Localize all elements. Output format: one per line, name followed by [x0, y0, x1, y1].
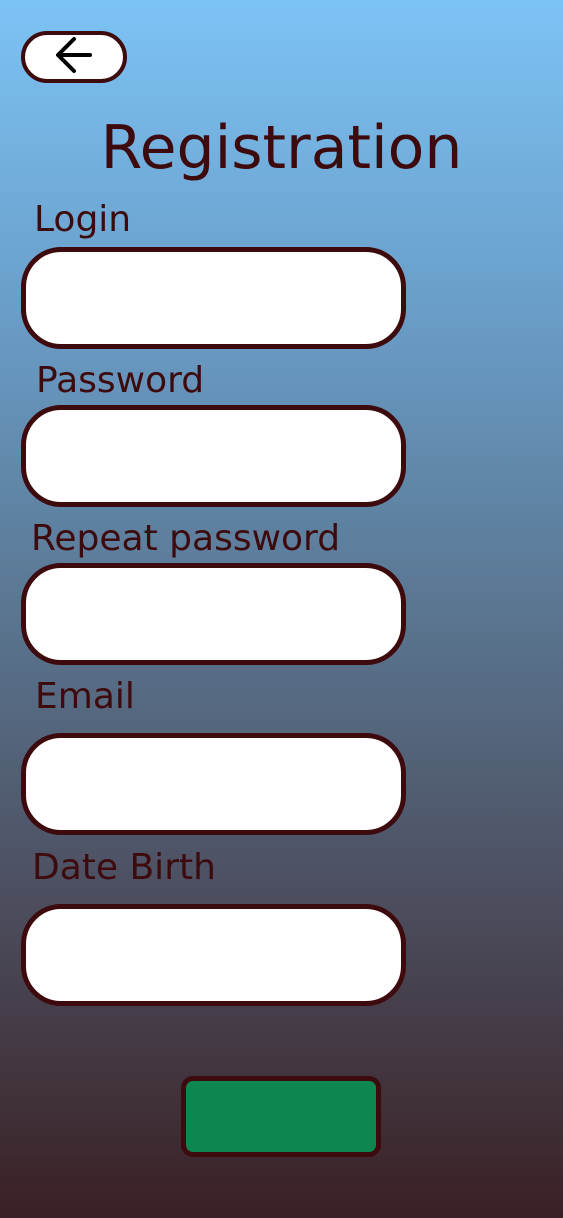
page-title: Registration [100, 113, 463, 183]
email-label: Email [35, 676, 135, 717]
arrow-left-icon [54, 35, 94, 79]
repeat-password-label: Repeat password [31, 518, 341, 559]
back-button[interactable] [21, 31, 127, 83]
password-label: Password [36, 360, 205, 401]
date-birth-label: Date Birth [32, 847, 216, 888]
date-birth-input[interactable] [21, 904, 406, 1006]
email-input[interactable] [21, 733, 406, 835]
login-input[interactable] [21, 247, 406, 349]
login-label: Login [34, 199, 132, 240]
submit-button[interactable] [181, 1076, 381, 1157]
repeat-password-input[interactable] [21, 563, 406, 665]
password-input[interactable] [21, 405, 406, 507]
